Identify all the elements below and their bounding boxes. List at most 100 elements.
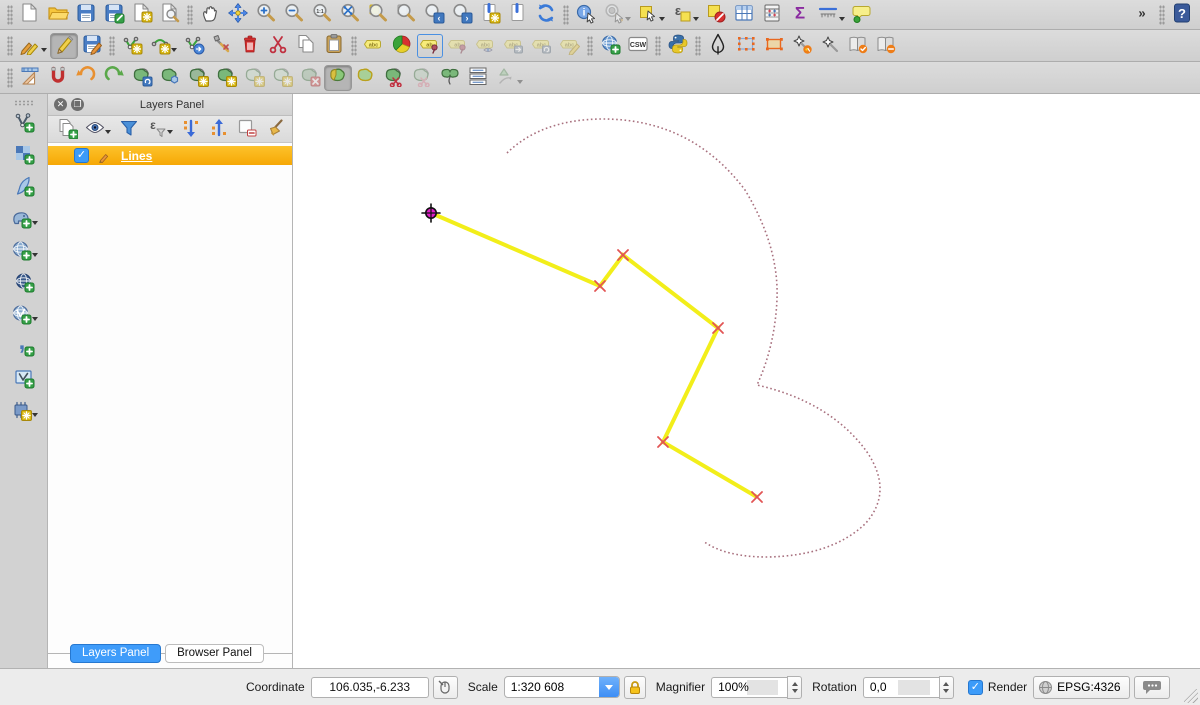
scale-lock-button[interactable] xyxy=(624,676,646,699)
magnifier-spinbox[interactable]: 100% xyxy=(711,677,787,698)
osm-download-button[interactable] xyxy=(844,33,872,59)
toggle-extents-mouse-button[interactable] xyxy=(433,676,458,699)
delete-selected-button[interactable] xyxy=(236,33,264,59)
new-shapefile-layer-button[interactable] xyxy=(10,366,38,392)
cut-features-button[interactable] xyxy=(264,33,292,59)
add-raster-layer-button[interactable] xyxy=(10,142,38,168)
move-feature-button[interactable] xyxy=(180,33,208,59)
field-calculator-sum-button[interactable]: Σ xyxy=(786,2,814,28)
zoom-in-button[interactable] xyxy=(252,2,280,28)
toolbar-overflow-button[interactable]: » xyxy=(1128,2,1156,28)
merge-attributes-button[interactable] xyxy=(464,65,492,91)
select-features-button[interactable] xyxy=(634,2,662,28)
chevron-down-icon[interactable] xyxy=(599,677,619,697)
zoom-layer-button[interactable] xyxy=(392,2,420,28)
open-attribute-table-button[interactable] xyxy=(730,2,758,28)
add-spatialite-layer-button[interactable] xyxy=(10,174,38,200)
rotation-stepper[interactable] xyxy=(939,676,954,699)
new-composer-button[interactable] xyxy=(128,2,156,28)
redo-button[interactable] xyxy=(100,65,128,91)
processing-chip-button[interactable] xyxy=(7,398,35,424)
merge-features-button[interactable] xyxy=(436,65,464,91)
run-feature-action-button[interactable] xyxy=(600,2,628,28)
layer-checkbox[interactable]: ✓ xyxy=(74,148,89,163)
add-circular-string-button[interactable] xyxy=(146,33,174,59)
pin-labels-button[interactable]: ab xyxy=(416,33,444,59)
refresh-map-button[interactable] xyxy=(532,2,560,28)
cad-tools-button[interactable] xyxy=(16,65,44,91)
rotation-spinbox[interactable]: 0,0 xyxy=(863,677,939,698)
statistical-summary-button[interactable] xyxy=(758,2,786,28)
delete-part-button[interactable] xyxy=(296,65,324,91)
change-label-button[interactable]: abc xyxy=(556,33,584,59)
extent-canvas-button[interactable] xyxy=(760,33,788,59)
csw-services-button[interactable]: CSW xyxy=(624,33,652,59)
node-tool-button[interactable] xyxy=(208,33,236,59)
add-wms-layer-button[interactable] xyxy=(7,238,35,264)
deselect-all-button[interactable] xyxy=(702,2,730,28)
new-project-button[interactable] xyxy=(16,2,44,28)
add-group-button[interactable] xyxy=(54,118,80,141)
filter-expression-button[interactable]: ε xyxy=(144,118,170,141)
open-project-button[interactable] xyxy=(44,2,72,28)
map-tips-button[interactable] xyxy=(848,2,876,28)
save-project-as-button[interactable] xyxy=(100,2,128,28)
magnifier-stepper[interactable] xyxy=(787,676,802,699)
identify-features-button[interactable]: i xyxy=(572,2,600,28)
add-wfs-layer-button[interactable] xyxy=(7,302,35,328)
help-button[interactable]: ? xyxy=(1168,2,1196,28)
snapping-options-button[interactable] xyxy=(44,65,72,91)
paste-features-button[interactable] xyxy=(320,33,348,59)
north-arrow-button[interactable] xyxy=(704,33,732,59)
log-messages-button[interactable] xyxy=(1134,676,1170,699)
zoom-next-button[interactable]: › xyxy=(448,2,476,28)
measure-line-button[interactable] xyxy=(814,2,842,28)
expand-all-button[interactable] xyxy=(178,118,204,141)
remove-layer-button[interactable] xyxy=(234,118,260,141)
coordinate-input[interactable] xyxy=(311,677,429,698)
new-bookmark-button[interactable] xyxy=(476,2,504,28)
undo-button[interactable] xyxy=(72,65,100,91)
pan-to-selection-button[interactable] xyxy=(224,2,252,28)
rotate-point-symbols-button[interactable] xyxy=(492,65,520,91)
fill-ring-button[interactable] xyxy=(240,65,268,91)
highlight-pinned-labels-button[interactable]: ab xyxy=(444,33,472,59)
move-label-button[interactable]: abc xyxy=(500,33,528,59)
current-edits-button[interactable] xyxy=(16,33,44,59)
save-layer-edits-button[interactable] xyxy=(78,33,106,59)
add-part-button[interactable] xyxy=(212,65,240,91)
panel-close-button[interactable]: ✕ xyxy=(54,98,67,111)
tab-layers-panel[interactable]: Layers Panel xyxy=(70,644,161,663)
diagram-settings-button[interactable] xyxy=(388,33,416,59)
show-hide-labels-button[interactable]: abc xyxy=(472,33,500,59)
toggle-editing-button[interactable] xyxy=(50,33,78,59)
select-by-expression-button[interactable]: ε xyxy=(668,2,696,28)
split-parts-button[interactable] xyxy=(408,65,436,91)
map-canvas[interactable] xyxy=(293,94,1200,668)
pan-map-button[interactable] xyxy=(196,2,224,28)
show-bookmarks-button[interactable] xyxy=(504,2,532,28)
add-delimited-text-layer-button[interactable]: , xyxy=(10,334,38,360)
manage-visibility-button[interactable] xyxy=(82,118,108,141)
render-checkbox[interactable]: ✓ xyxy=(968,680,983,695)
add-vector-layer-button[interactable] xyxy=(10,110,38,136)
zoom-last-button[interactable]: ‹ xyxy=(420,2,448,28)
add-postgis-layer-button[interactable] xyxy=(7,206,35,232)
zoom-selection-button[interactable] xyxy=(364,2,392,28)
reshape-features-button[interactable] xyxy=(324,65,352,91)
delete-ring-button[interactable] xyxy=(268,65,296,91)
zoom-out-button[interactable] xyxy=(280,2,308,28)
python-console-button[interactable] xyxy=(664,33,692,59)
plugin-wand-button[interactable] xyxy=(816,33,844,59)
save-project-button[interactable] xyxy=(72,2,100,28)
simplify-feature-button[interactable] xyxy=(156,65,184,91)
crs-status-button[interactable]: EPSG:4326 xyxy=(1033,676,1129,699)
zoom-full-button[interactable] xyxy=(336,2,364,28)
scale-combobox[interactable]: 1:320 608 xyxy=(504,676,620,698)
offset-curve-button[interactable] xyxy=(352,65,380,91)
filter-legend-button[interactable] xyxy=(116,118,142,141)
zoom-native-button[interactable]: 1:1 xyxy=(308,2,336,28)
split-features-button[interactable] xyxy=(380,65,408,91)
rotate-label-button[interactable]: abc xyxy=(528,33,556,59)
add-wcs-layer-button[interactable] xyxy=(10,270,38,296)
